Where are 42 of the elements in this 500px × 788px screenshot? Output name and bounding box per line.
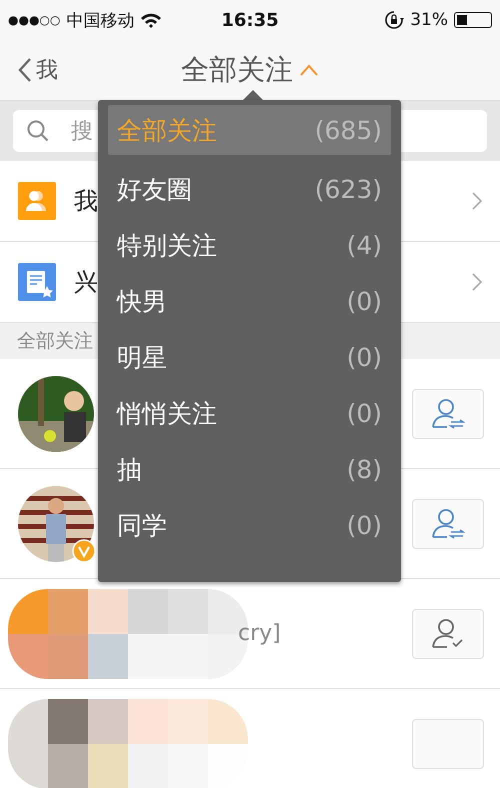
menu-item-label: 快男 [117, 286, 167, 318]
signal-strength: ●●●○○ [8, 13, 60, 27]
follow-button[interactable] [412, 388, 484, 438]
shortcut-label[interactable]: 兴 [74, 266, 98, 298]
menu-item-label: 好友圈 [117, 174, 192, 206]
menu-item[interactable]: 特别关注 (4) [108, 217, 391, 273]
menu-item[interactable]: 好友圈 (623) [108, 161, 391, 217]
rotation-lock-icon [384, 10, 404, 30]
menu-item[interactable]: 同学 (0) [108, 497, 391, 553]
menu-item-label: 同学 [117, 510, 167, 542]
page-title: 全部关注 [181, 52, 293, 88]
shortcut-label[interactable]: 我 [74, 185, 98, 217]
follow-button[interactable] [412, 498, 484, 548]
menu-item-label: 特别关注 [117, 230, 217, 262]
person-check-icon [431, 616, 465, 650]
menu-item-count: (0) [346, 286, 382, 316]
chevron-right-icon [472, 192, 482, 210]
menu-item[interactable]: 悄悄关注 (0) [108, 385, 391, 441]
mutual-follow-icon [431, 506, 465, 540]
group-icon [18, 182, 56, 220]
search-icon [27, 120, 49, 142]
menu-item-count: (623) [314, 174, 382, 204]
chevron-right-icon [472, 273, 482, 291]
user-status: cry] [238, 621, 281, 646]
menu-item[interactable]: 抽 (8) [108, 441, 391, 497]
battery-percent: 31% [410, 10, 448, 30]
carrier-name: 中国移动 [66, 10, 134, 32]
menu-item-count: (0) [346, 510, 382, 540]
clock-time: 16:35 [220, 10, 280, 30]
menu-item-count: (685) [314, 116, 382, 144]
menu-item-count: (4) [346, 230, 382, 260]
wifi-icon [140, 12, 162, 28]
battery-icon [454, 12, 492, 28]
menu-item-label: 悄悄关注 [117, 398, 217, 430]
menu-item-count: (8) [346, 454, 382, 484]
menu-item-count: (0) [346, 398, 382, 428]
menu-item-label: 抽 [117, 454, 142, 486]
chevron-left-icon [18, 57, 32, 83]
back-button[interactable]: 我 [0, 54, 64, 86]
mutual-follow-icon [431, 396, 465, 430]
follow-button[interactable] [412, 608, 484, 658]
menu-item-label: 全部关注 [117, 114, 217, 146]
